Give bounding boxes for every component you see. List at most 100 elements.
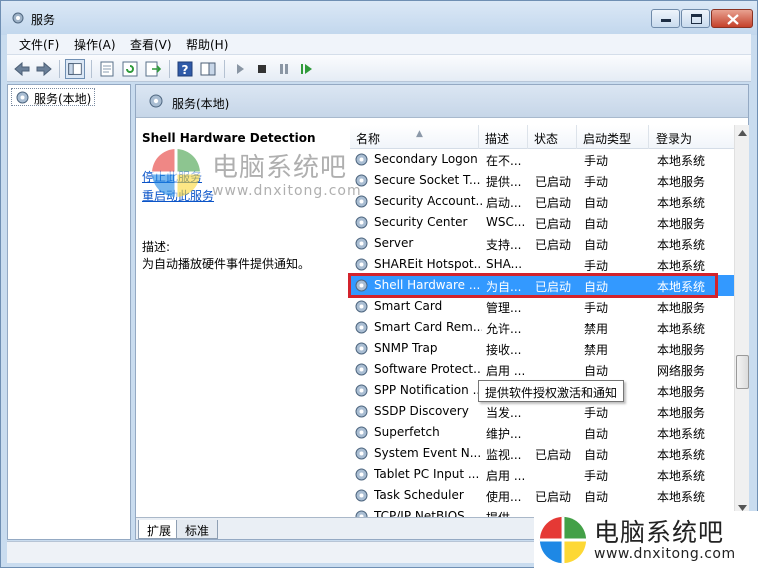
vertical-scrollbar[interactable] bbox=[734, 125, 749, 518]
cell-startup: 手动 bbox=[584, 469, 609, 483]
tab-extended[interactable]: 扩展 bbox=[138, 520, 181, 539]
windows-logo-icon bbox=[152, 149, 200, 197]
cell-name: System Event N... bbox=[374, 446, 482, 460]
cell-logon: 本地系统 bbox=[657, 196, 706, 210]
cell-startup: 手动 bbox=[584, 406, 609, 420]
cell-status: 已启动 bbox=[535, 196, 572, 210]
table-row[interactable]: Smart Card 管理... 手动 本地服务 bbox=[350, 296, 734, 317]
scrollbar-thumb[interactable] bbox=[736, 355, 749, 389]
table-row[interactable]: SHAREit Hotspot... SHA... 手动 本地系统 bbox=[350, 254, 734, 275]
column-startup-type[interactable]: 启动类型 bbox=[583, 130, 631, 150]
properties-icon[interactable] bbox=[97, 59, 117, 79]
cell-name: Superfetch bbox=[374, 425, 440, 439]
cell-name: Tablet PC Input ... bbox=[374, 467, 480, 481]
console-tree: 服务(本地) bbox=[7, 84, 131, 540]
stop-service-icon[interactable] bbox=[252, 59, 272, 79]
table-row[interactable]: Security Center WSC... 已启动 自动 本地服务 bbox=[350, 212, 734, 233]
tree-item-services-local[interactable]: 服务(本地) bbox=[11, 88, 96, 106]
close-icon bbox=[727, 14, 739, 25]
table-row[interactable]: Security Account... 启动... 已启动 自动 本地系统 bbox=[350, 191, 734, 212]
table-row[interactable]: SNMP Trap 接收... 禁用 本地服务 bbox=[350, 338, 734, 359]
column-status[interactable]: 状态 bbox=[534, 130, 558, 150]
table-row[interactable]: Superfetch 维护... 自动 本地系统 bbox=[350, 422, 734, 443]
menu-file[interactable]: 文件(F) bbox=[19, 36, 59, 53]
show-hide-pane-icon[interactable] bbox=[198, 59, 218, 79]
column-separator[interactable] bbox=[576, 125, 577, 149]
services-list: 名称 ▲ 描述 状态 启动类型 登录为 Secondary Logon 在不... 手… bbox=[350, 125, 734, 518]
minimize-button[interactable] bbox=[651, 9, 680, 28]
cell-name: Task Scheduler bbox=[374, 488, 464, 502]
service-gear-icon bbox=[355, 384, 368, 397]
cell-startup: 手动 bbox=[584, 259, 609, 273]
cell-logon: 本地系统 bbox=[657, 238, 706, 252]
restart-service-icon[interactable] bbox=[296, 59, 316, 79]
title-bar[interactable]: 服务 bbox=[1, 1, 757, 35]
column-log-on-as[interactable]: 登录为 bbox=[656, 130, 692, 150]
cell-desc: WSC... bbox=[486, 215, 526, 229]
description-label: 描述: bbox=[142, 240, 171, 254]
table-row[interactable]: Tablet PC Input ... 启用 ... 手动 本地系统 bbox=[350, 464, 734, 485]
cell-logon: 本地服务 bbox=[657, 385, 706, 399]
table-row[interactable]: Task Scheduler 使用... 已启动 自动 本地系统 bbox=[350, 485, 734, 506]
cell-logon: 本地系统 bbox=[657, 490, 706, 504]
cell-status: 已启动 bbox=[535, 175, 572, 189]
table-row[interactable]: Smart Card Rem... 允许... 禁用 本地系统 bbox=[350, 317, 734, 338]
cell-logon: 本地系统 bbox=[657, 154, 706, 168]
cell-status: 已启动 bbox=[535, 238, 572, 252]
back-arrow-icon[interactable] bbox=[12, 59, 32, 79]
forward-arrow-icon[interactable] bbox=[34, 59, 54, 79]
table-row[interactable]: Secondary Logon 在不... 手动 本地系统 bbox=[350, 149, 734, 170]
table-row[interactable]: Secure Socket T... 提供... 已启动 手动 本地服务 bbox=[350, 170, 734, 191]
menu-action[interactable]: 操作(A) bbox=[74, 36, 116, 53]
start-service-icon[interactable] bbox=[230, 59, 250, 79]
tab-standard[interactable]: 标准 bbox=[176, 520, 219, 539]
minimize-icon bbox=[661, 19, 671, 22]
cell-logon: 本地系统 bbox=[657, 322, 706, 336]
cell-startup: 手动 bbox=[584, 175, 609, 189]
watermark-url: www.dnxitong.com bbox=[212, 183, 362, 199]
cell-desc: 启动... bbox=[486, 196, 522, 210]
svg-text:?: ? bbox=[182, 63, 189, 77]
cell-logon: 本地系统 bbox=[657, 469, 706, 483]
column-separator[interactable] bbox=[478, 125, 479, 149]
help-icon[interactable]: ? bbox=[175, 59, 195, 79]
cell-name: Server bbox=[374, 236, 414, 250]
close-button[interactable] bbox=[711, 9, 753, 28]
cell-logon: 本地系统 bbox=[657, 448, 706, 462]
service-gear-icon bbox=[355, 468, 368, 481]
maximize-button[interactable] bbox=[681, 9, 710, 28]
table-row[interactable]: System Event N... 监视... 已启动 自动 本地系统 bbox=[350, 443, 734, 464]
scroll-up-icon[interactable] bbox=[738, 130, 747, 136]
table-row[interactable]: SSDP Discovery 当发... 手动 本地服务 bbox=[350, 401, 734, 422]
tooltip: 提供软件授权激活和通知 bbox=[478, 380, 625, 402]
watermark-url: www.dnxitong.com bbox=[594, 546, 736, 562]
console-tree-icon[interactable] bbox=[65, 59, 85, 79]
service-gear-icon bbox=[355, 321, 368, 334]
cell-logon: 本地服务 bbox=[657, 217, 706, 231]
service-gear-icon bbox=[355, 342, 368, 355]
cell-logon: 网络服务 bbox=[657, 364, 706, 378]
highlight-frame bbox=[348, 273, 718, 298]
service-gear-icon bbox=[355, 216, 368, 229]
service-gear-icon bbox=[355, 300, 368, 313]
export-list-icon[interactable] bbox=[143, 59, 163, 79]
service-gear-icon bbox=[355, 447, 368, 460]
cell-desc: 启用 ... bbox=[486, 364, 526, 378]
cell-desc: 允许... bbox=[486, 322, 522, 336]
pause-service-icon[interactable] bbox=[274, 59, 294, 79]
services-gear-icon bbox=[16, 91, 29, 104]
cell-name: SSDP Discovery bbox=[374, 404, 469, 418]
toolbar-separator bbox=[59, 60, 60, 78]
column-separator[interactable] bbox=[527, 125, 528, 149]
cell-desc: 支持... bbox=[486, 238, 522, 252]
table-row[interactable]: Software Protect... 启用 ... 自动 网络服务 bbox=[350, 359, 734, 380]
cell-name: Security Account... bbox=[374, 194, 482, 208]
menu-help[interactable]: 帮助(H) bbox=[186, 36, 228, 53]
column-description[interactable]: 描述 bbox=[485, 130, 509, 150]
column-separator[interactable] bbox=[648, 125, 649, 149]
cell-name: Smart Card bbox=[374, 299, 443, 313]
table-row[interactable]: Server 支持... 已启动 自动 本地系统 bbox=[350, 233, 734, 254]
menu-view[interactable]: 查看(V) bbox=[130, 36, 172, 53]
refresh-icon[interactable] bbox=[120, 59, 140, 79]
cell-desc: 使用... bbox=[486, 490, 522, 504]
